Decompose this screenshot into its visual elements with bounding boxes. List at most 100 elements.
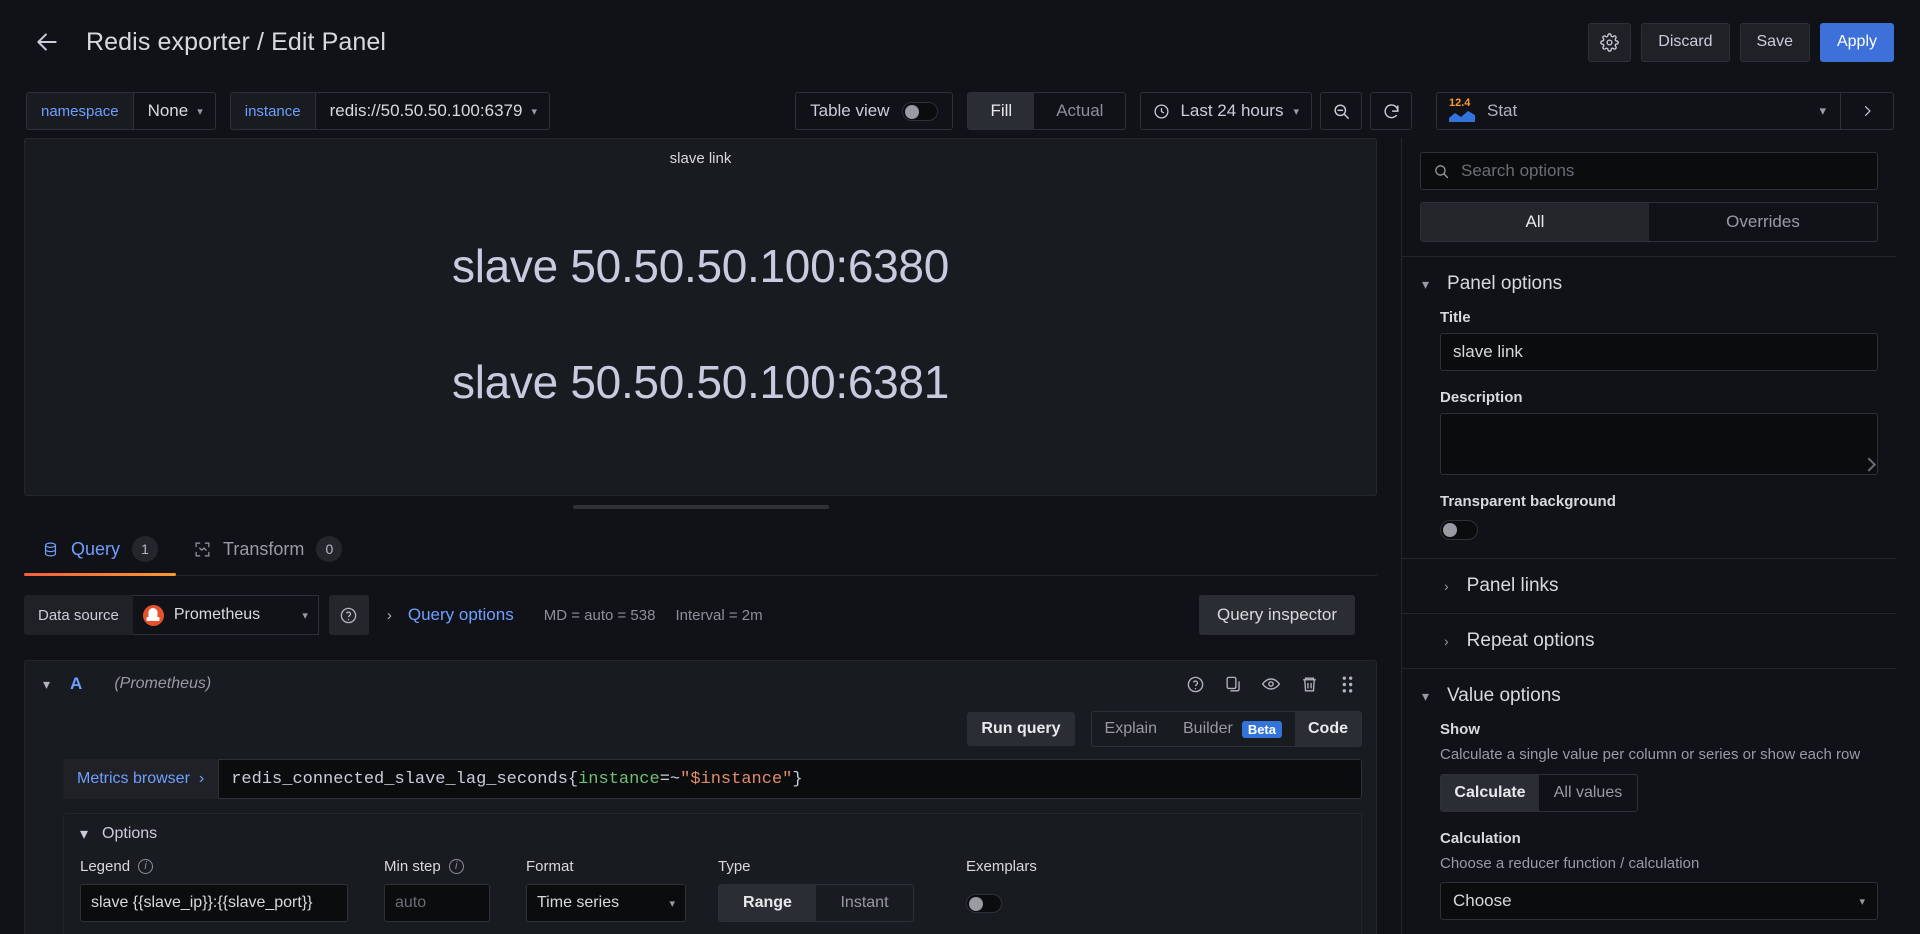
chevron-down-icon: ▾ [302, 609, 308, 622]
query-inspector-button[interactable]: Query inspector [1199, 595, 1355, 635]
query-row-card: ▾ A (Prometheus) Run query Explain Build… [24, 660, 1377, 934]
chevron-down-icon: ▾ [669, 897, 675, 910]
field-exemplars: Exemplars [966, 858, 1037, 922]
show-segmented: Calculate All values [1440, 773, 1638, 812]
tab-transform-label: Transform [223, 538, 305, 559]
table-view-switch[interactable] [902, 101, 939, 121]
transparent-background-toggle[interactable] [1440, 520, 1478, 540]
query-expression-input[interactable]: redis_connected_slave_lag_seconds{instan… [218, 759, 1362, 799]
search-options-input[interactable]: Search options [1420, 152, 1878, 190]
expr-operator: =~ [659, 769, 681, 789]
variable-namespace-value: None [147, 101, 189, 120]
panel-links-label: Panel links [1466, 575, 1559, 596]
drag-handle-icon[interactable] [1336, 673, 1358, 695]
eye-icon[interactable] [1260, 673, 1282, 695]
datasource-row: Data source Prometheus ▾ › Query options [24, 584, 1377, 646]
database-icon [42, 541, 59, 558]
datasource-name: Prometheus [173, 606, 261, 623]
table-view-toggle[interactable]: Table view [795, 92, 954, 130]
exemplars-toggle[interactable] [966, 893, 1002, 913]
copy-icon[interactable] [1222, 673, 1244, 695]
tab-query-label: Query [71, 538, 121, 559]
panel-description-textarea[interactable] [1440, 413, 1878, 475]
code-mode-button[interactable]: Code [1295, 712, 1361, 746]
legend-input[interactable]: slave {{slave_ip}}:{{slave_port}} [80, 884, 348, 922]
query-ref-id[interactable]: A [70, 674, 82, 694]
apply-button[interactable]: Apply [1819, 22, 1894, 62]
show-calculate-option[interactable]: Calculate [1441, 774, 1539, 811]
chevron-down-icon[interactable]: ▾ [43, 676, 50, 693]
show-all-values-option[interactable]: All values [1539, 775, 1637, 811]
panel-settings-button[interactable] [1588, 22, 1632, 62]
trash-icon[interactable] [1298, 673, 1320, 695]
repeat-options-row[interactable]: › Repeat options [1402, 614, 1896, 668]
explain-button[interactable]: Explain [1092, 712, 1170, 746]
builder-label: Builder [1183, 720, 1233, 737]
fill-option[interactable]: Fill [968, 93, 1035, 129]
variable-instance: instance redis://50.50.50.100:6379 ▾ [229, 92, 550, 130]
visualization-picker[interactable]: 12.4 Stat ▾ [1436, 92, 1894, 130]
variable-namespace-select[interactable]: None ▾ [132, 92, 216, 130]
query-options-box: ▾ Options Legend i slave {{slave_ip}}:{{… [63, 813, 1362, 934]
edit-panel-screen: Redis exporter / Edit Panel Discard Save… [0, 0, 1920, 934]
filter-tab-overrides[interactable]: Overrides [1649, 203, 1877, 241]
query-options-toggle[interactable]: › Query options MD = auto = 538 Interval… [387, 605, 763, 625]
toggle-knob [969, 896, 983, 911]
legend-label: Legend [80, 858, 131, 875]
field-panel-title: Title slave link [1402, 309, 1896, 371]
query-options-label: Query options [407, 605, 514, 624]
calculation-select[interactable]: Choose ▾ [1440, 882, 1878, 920]
type-range-option[interactable]: Range [719, 885, 816, 921]
tab-query[interactable]: Query 1 [24, 536, 177, 576]
panel-title-input[interactable]: slave link [1440, 333, 1878, 371]
back-arrow-icon[interactable] [30, 25, 64, 59]
expr-metric: redis_connected_slave_lag_seconds [231, 769, 568, 789]
time-range-picker[interactable]: Last 24 hours ▾ [1140, 92, 1312, 130]
chevron-right-icon: › [198, 770, 205, 787]
panel-options-group-header[interactable]: ▾ Panel options [1402, 257, 1896, 309]
tab-transform[interactable]: Transform 0 [176, 536, 360, 575]
chevron-down-icon[interactable]: ▾ [1805, 103, 1840, 119]
field-transparent-background: Transparent background [1402, 493, 1896, 540]
datasource-picker[interactable]: Prometheus ▾ [132, 595, 319, 635]
collapse-options-button[interactable] [1841, 93, 1893, 129]
expr-label-value: "$instance" [680, 769, 793, 789]
chevron-down-icon: ▾ [80, 826, 89, 843]
info-icon: i [138, 859, 154, 874]
datasource-help-button[interactable] [328, 595, 369, 635]
metrics-browser-button[interactable]: Metrics browser › [63, 759, 219, 799]
zoom-out-button[interactable] [1320, 92, 1362, 130]
run-query-button[interactable]: Run query [967, 712, 1075, 746]
variable-instance-select[interactable]: redis://50.50.50.100:6379 ▾ [314, 92, 550, 130]
format-label: Format [526, 858, 574, 875]
chevron-down-icon: ▾ [1422, 687, 1430, 704]
builder-mode-button[interactable]: Builder Beta [1170, 712, 1295, 746]
transform-icon [194, 541, 211, 558]
panel-links-row[interactable]: › Panel links [1402, 559, 1896, 613]
body: slave link slave 50.50.50.100:6380 slave… [0, 138, 1920, 934]
viz-picker-main[interactable]: 12.4 Stat [1437, 93, 1805, 129]
panel-title-label: Title [1440, 309, 1471, 326]
query-options-interval: Interval = 2m [675, 606, 763, 624]
filter-tab-all[interactable]: All [1421, 203, 1649, 241]
save-button[interactable]: Save [1739, 22, 1810, 62]
help-circle-icon[interactable] [1184, 673, 1206, 695]
field-legend: Legend i slave {{slave_ip}}:{{slave_port… [80, 858, 348, 922]
stat-viz-icon: 12.4 [1449, 98, 1475, 123]
panel-resize-handle[interactable] [572, 505, 829, 509]
prometheus-icon [142, 604, 164, 626]
query-options-header[interactable]: ▾ Options [64, 814, 1361, 854]
refresh-button[interactable] [1370, 92, 1412, 130]
discard-button[interactable]: Discard [1641, 22, 1730, 62]
search-options-wrap: Search options [1402, 138, 1896, 190]
zoom-out-icon [1332, 102, 1351, 121]
value-options-group-header[interactable]: ▾ Value options [1402, 669, 1896, 721]
format-select[interactable]: Time series ▾ [526, 884, 686, 922]
actual-option[interactable]: Actual [1034, 93, 1125, 129]
expr-close-brace: } [792, 769, 803, 789]
type-instant-option[interactable]: Instant [816, 885, 913, 921]
expr-open-brace: { [567, 769, 579, 789]
tab-query-badge: 1 [132, 536, 159, 562]
panel-options-title: Panel options [1447, 273, 1563, 294]
min-step-input[interactable]: auto [384, 884, 490, 922]
